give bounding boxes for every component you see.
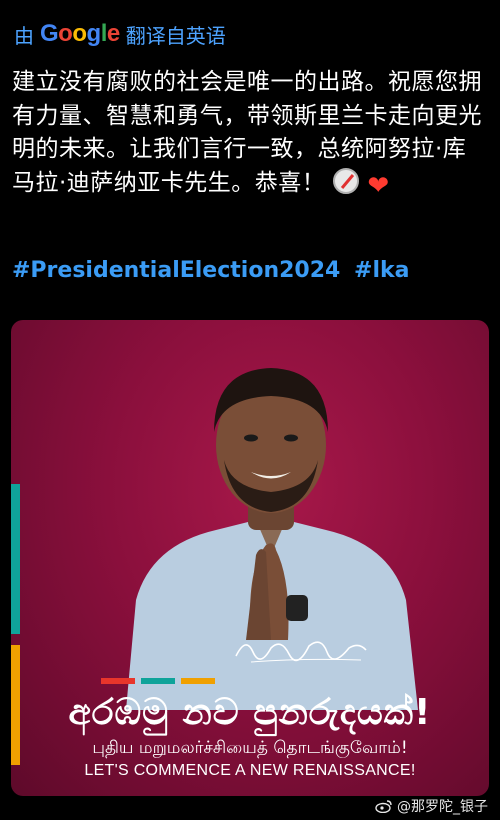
- google-logo: Google: [40, 20, 120, 47]
- translate-prefix: 由: [14, 23, 34, 48]
- teal-bar: [141, 678, 175, 684]
- hashtag-link[interactable]: #PresidentialElection2024: [12, 258, 340, 283]
- weibo-icon: [375, 800, 392, 813]
- translation-banner[interactable]: 由 Google 翻译自英语: [14, 18, 226, 50]
- post-text: 建立没有腐败的社会是唯一的出路。祝愿您拥有力量、智慧和勇气，带领斯里兰卡走向更光…: [12, 69, 482, 196]
- watermark-text: @那罗陀_银子: [397, 799, 488, 815]
- post-body: 建立没有腐败的社会是唯一的出路。祝愿您拥有力量、智慧和勇气，带领斯里兰卡走向更光…: [12, 66, 488, 200]
- heart-on-fire-icon: ❤: [367, 170, 390, 201]
- headline-sinhala: අරඹමු නව පුනරුදයක්!: [68, 692, 432, 733]
- post-image[interactable]: අරඹමු නව පුනරුදයක්! புதிய மறுமலர்ச்சியைத…: [11, 320, 489, 796]
- hashtag-link[interactable]: #lka: [354, 258, 409, 283]
- weibo-watermark: @那罗陀_银子: [375, 796, 488, 816]
- color-bars: [101, 678, 215, 684]
- red-bar: [101, 678, 135, 684]
- teal-stripe: [11, 484, 20, 634]
- compass-icon: [333, 167, 360, 194]
- translate-suffix: 翻译自英语: [125, 23, 226, 48]
- signature-graphic: [235, 641, 367, 663]
- headline-english: LET'S COMMENCE A NEW RENAISSANCE!: [84, 762, 416, 779]
- headline-tamil: புதிய மறுமலர்ச்சியைத் தொடங்குவோம்!: [92, 738, 408, 758]
- hashtag-row: #PresidentialElection2024 #lka: [12, 258, 415, 283]
- orange-bar: [181, 678, 215, 684]
